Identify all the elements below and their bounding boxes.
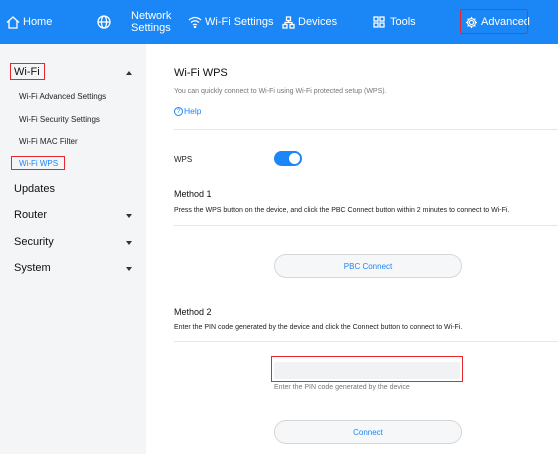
nav-tools-label: Tools [390,16,416,28]
sidebar-item-wifi-mac-filter[interactable]: Wi-Fi MAC Filter [19,137,78,146]
nav-network-label-line1: Network [131,10,172,22]
sidebar-item-security[interactable]: Security [14,236,54,248]
home-icon [6,15,20,29]
method1-description: Press the WPS button on the device, and … [174,207,510,214]
method2-description: Enter the PIN code generated by the devi… [174,324,463,331]
help-link[interactable]: ? Help [174,106,201,116]
connect-button[interactable]: Connect [274,420,462,444]
top-navigation-bar: Home Network Settings Wi-Fi Settings Dev… [0,0,558,44]
sidebar-item-wifi-advanced-settings[interactable]: Wi-Fi Advanced Settings [19,92,106,101]
globe-icon [97,15,111,29]
sidebar-item-wifi-wps[interactable]: Wi-Fi WPS [19,159,58,168]
sidebar-item-wifi-security-settings[interactable]: Wi-Fi Security Settings [19,115,100,124]
divider [174,341,558,342]
sidebar-item-wifi[interactable]: Wi-Fi [14,66,40,78]
method2-title: Method 2 [174,307,212,317]
chevron-down-icon [126,214,132,218]
pin-code-input[interactable] [274,362,460,379]
chevron-down-icon [126,241,132,245]
advanced-highlight-box [460,9,528,34]
nav-network-label-line2: Settings [131,22,171,34]
nav-devices[interactable]: Devices [282,0,337,44]
nav-home[interactable]: Home [6,0,52,44]
help-icon: ? [174,106,183,116]
pbc-connect-button[interactable]: PBC Connect [274,254,462,278]
sidebar-item-updates[interactable]: Updates [14,183,55,195]
sidebar-item-router[interactable]: Router [14,209,47,221]
wps-label: WPS [174,155,193,164]
nav-network-settings[interactable]: Network Settings [131,0,171,44]
nav-wifi-settings[interactable]: Wi-Fi Settings [188,0,273,44]
main-content: Wi-Fi WPS You can quickly connect to Wi-… [146,44,558,454]
method1-title: Method 1 [174,189,212,199]
pin-code-hint: Enter the PIN code generated by the devi… [274,384,410,391]
devices-icon [282,15,295,29]
wps-toggle[interactable] [274,151,302,166]
sidebar-item-system[interactable]: System [14,262,51,274]
nav-tools[interactable]: Tools [373,0,416,44]
chevron-down-icon [126,267,132,271]
wifi-icon [188,16,202,28]
page-title: Wi-Fi WPS [174,67,228,79]
chevron-up-icon [126,71,132,75]
nav-devices-label: Devices [298,16,338,28]
help-label: Help [184,106,202,116]
nav-wifi-settings-label: Wi-Fi Settings [205,16,274,28]
page-description: You can quickly connect to Wi-Fi using W… [174,88,387,95]
divider [174,129,558,130]
tools-grid-icon [373,16,385,28]
divider [174,225,558,226]
globe-icon-button[interactable] [97,0,111,44]
sidebar: Wi-Fi Wi-Fi Advanced Settings Wi-Fi Secu… [0,44,146,454]
toggle-knob [289,153,300,164]
nav-home-label: Home [23,16,53,28]
